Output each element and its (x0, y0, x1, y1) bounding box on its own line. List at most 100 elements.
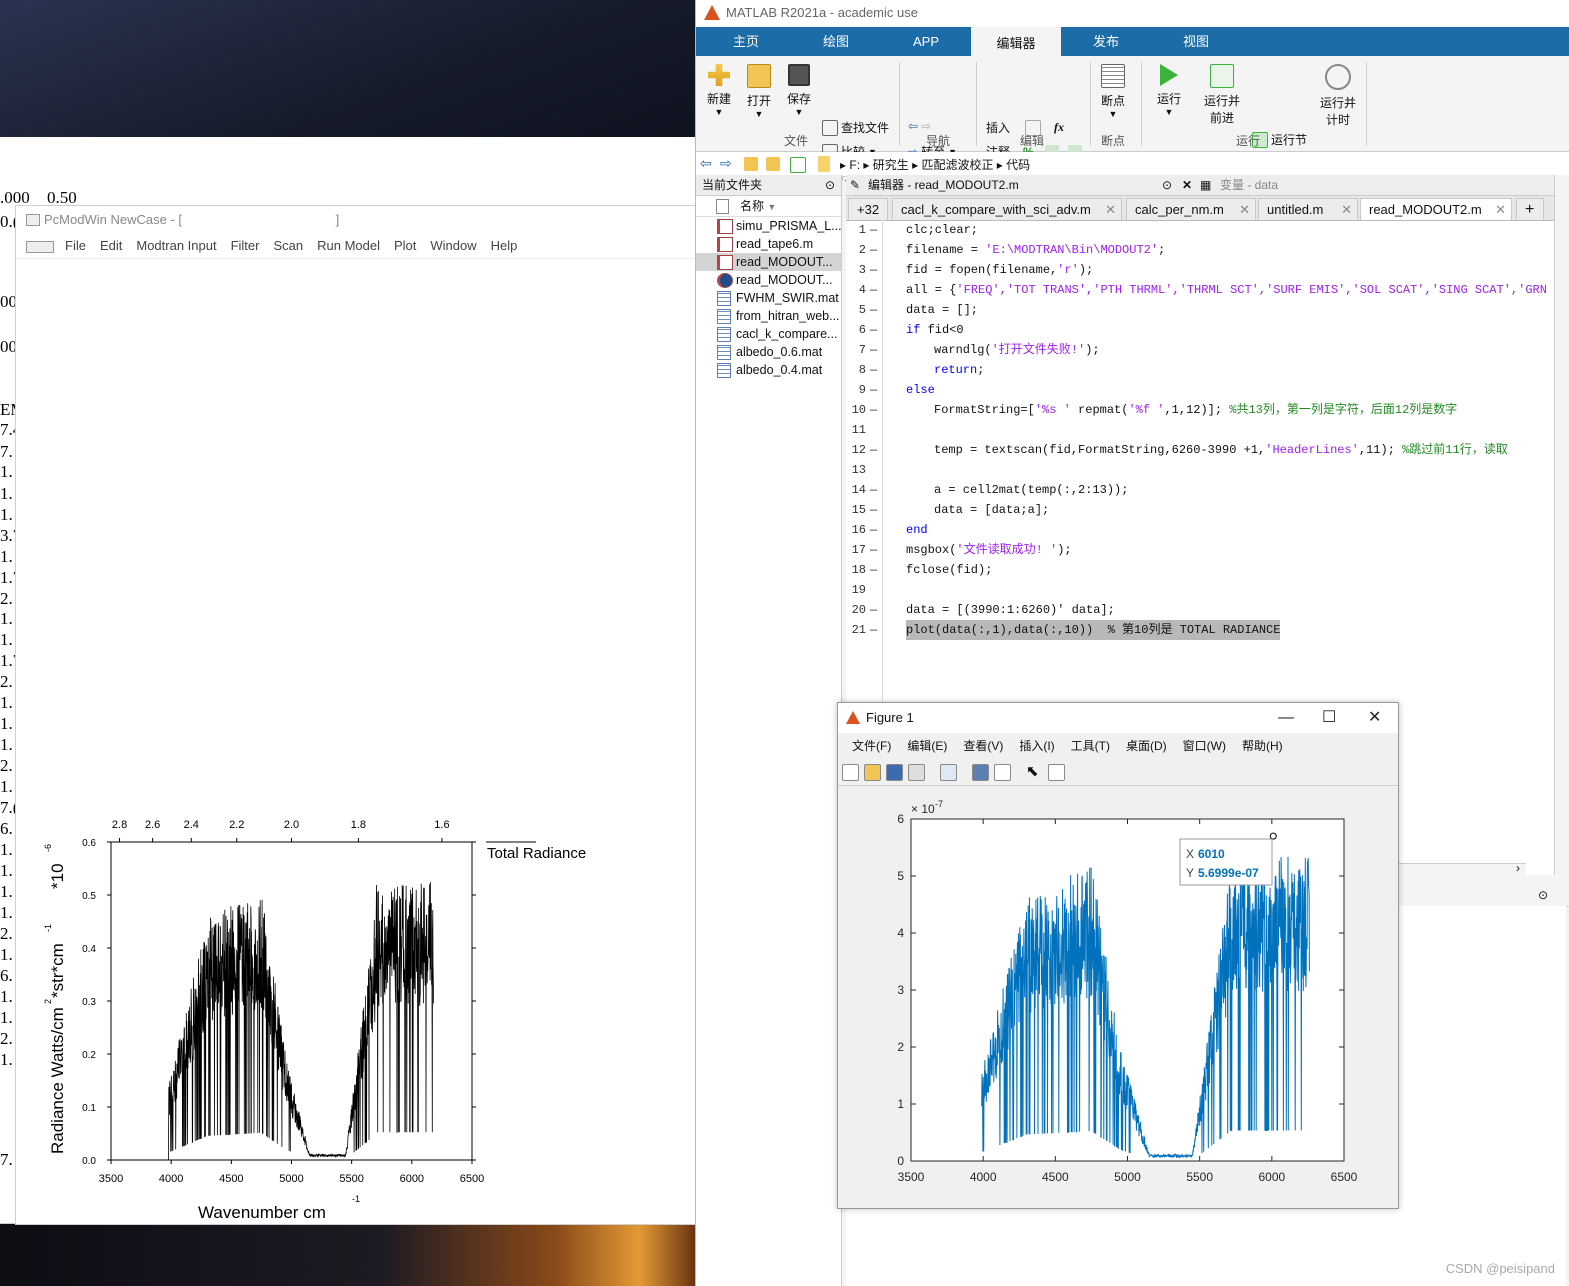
line-number[interactable]: 12 (846, 440, 866, 460)
code-line[interactable]: 20— data = [(3990:1:6260)' data]; (846, 600, 1566, 620)
code-line[interactable]: 1— clc;clear; (846, 220, 1566, 240)
close-icon[interactable]: ✕ (1182, 175, 1192, 195)
close-icon[interactable]: ✕ (1368, 703, 1381, 733)
line-number[interactable]: 5 (846, 300, 866, 320)
figure-canvas[interactable]: 3500 4000 4500 5000 5500 6000 6500 0 1 2 3 4 5 6 × 10-… (838, 787, 1398, 1208)
tab-home[interactable]: 主页 (701, 27, 791, 56)
line-number[interactable]: 20 (846, 600, 866, 620)
code-line[interactable]: 4— all = {'FREQ','TOT TRANS','PTH THRML',… (846, 280, 1566, 300)
line-number[interactable]: 7 (846, 340, 866, 360)
code-line[interactable]: 2— filename = 'E:\MODTRAN\Bin\MODOUT2'; (846, 240, 1566, 260)
tab-file[interactable]: untitled.m ✕ (1258, 198, 1358, 220)
menu-help[interactable]: 帮助(H) (1234, 733, 1291, 759)
code-line[interactable]: 10— FormatString=['%s ' repmat('%f ',1,12… (846, 400, 1566, 420)
line-number[interactable]: 19 (846, 580, 866, 600)
tab-apps[interactable]: APP (881, 27, 971, 56)
menu-plot[interactable]: Plot (387, 234, 423, 258)
menu-file[interactable]: 文件(F) (844, 733, 899, 759)
menu-run-model[interactable]: Run Model (310, 234, 387, 258)
save-icon[interactable] (886, 764, 903, 781)
breakpoint-marker[interactable]: — (870, 540, 877, 560)
code-line[interactable]: 9— else (846, 380, 1566, 400)
run-and-time-button[interactable]: 运行并 计时 (1318, 64, 1358, 128)
line-number[interactable]: 2 (846, 240, 866, 260)
property-editor-icon[interactable] (1048, 764, 1065, 781)
up-folder-icon[interactable] (744, 157, 758, 171)
code-line[interactable]: 15— data = [data;a]; (846, 500, 1566, 520)
breakpoint-marker[interactable]: — (870, 600, 877, 620)
menu-window[interactable]: 窗口(W) (1175, 733, 1234, 759)
code-line[interactable]: 18— fclose(fid); (846, 560, 1566, 580)
file-list-item[interactable]: albedo_0.6.mat (696, 343, 841, 361)
close-tab-icon[interactable]: ✕ (1105, 199, 1116, 221)
cursor-icon[interactable]: ⬉ (1026, 762, 1039, 780)
breakpoint-marker[interactable]: — (870, 620, 877, 640)
maximize-icon[interactable]: ☐ (1322, 703, 1336, 733)
panel-menu-icon[interactable]: ⊙ (1162, 175, 1172, 195)
line-number[interactable]: 18 (846, 560, 866, 580)
print-icon[interactable] (908, 764, 925, 781)
panel-menu-icon[interactable]: ⊙ (1538, 888, 1548, 902)
line-number[interactable]: 9 (846, 380, 866, 400)
line-number[interactable]: 11 (846, 420, 866, 440)
menu-help[interactable]: Help (484, 234, 525, 258)
file-list-item[interactable]: FWHM_SWIR.mat (696, 289, 841, 307)
tab-file[interactable]: calc_per_nm.m ✕ (1126, 198, 1256, 220)
line-number[interactable]: 10 (846, 400, 866, 420)
code-line[interactable]: 12— temp = textscan(fid,FormatString,6260… (846, 440, 1566, 460)
menu-desktop[interactable]: 桌面(D) (1118, 733, 1175, 759)
back-icon[interactable]: ⇦ (700, 155, 712, 172)
line-number[interactable]: 3 (846, 260, 866, 280)
line-number[interactable]: 17 (846, 540, 866, 560)
breadcrumb-folder[interactable]: 研究生 (873, 158, 909, 172)
open-button[interactable]: 打开 ▼ (744, 64, 774, 119)
tab-plots[interactable]: 绘图 (791, 27, 881, 56)
code-line[interactable]: 16— end (846, 520, 1566, 540)
close-tab-icon[interactable]: ✕ (1239, 199, 1250, 221)
menu-filter[interactable]: Filter (224, 234, 267, 258)
breakpoint-marker[interactable]: — (870, 320, 877, 340)
tab-file-active[interactable]: read_MODOUT2.m ✕ (1360, 198, 1512, 220)
tab-editor[interactable]: 编辑器 (971, 27, 1061, 56)
breakpoint-marker[interactable]: — (870, 340, 877, 360)
code-line[interactable]: 7— warndlg('打开文件失败!'); (846, 340, 1566, 360)
breakpoint-marker[interactable]: — (870, 400, 877, 420)
breadcrumb-folder[interactable]: 代码 (1006, 158, 1030, 172)
link-plot-icon[interactable] (940, 764, 957, 781)
tab-file[interactable]: cacl_k_compare_with_sci_adv.m ✕ (892, 198, 1122, 220)
line-number[interactable]: 1 (846, 220, 866, 240)
code-line[interactable]: 14— a = cell2mat(temp(:,2:13)); (846, 480, 1566, 500)
breakpoint-marker[interactable]: — (870, 380, 877, 400)
breakpoint-marker[interactable]: — (870, 300, 877, 320)
file-list-item[interactable]: cacl_k_compare... (696, 325, 841, 343)
line-number[interactable]: 15 (846, 500, 866, 520)
legend-icon[interactable] (994, 764, 1011, 781)
find-files-button[interactable]: 查找文件 (822, 119, 889, 136)
menu-insert[interactable]: 插入(I) (1011, 733, 1062, 759)
file-list-item[interactable]: read_MODOUT... (696, 253, 841, 271)
code-line[interactable]: 19 (846, 580, 1566, 600)
code-line[interactable]: 11 (846, 420, 1566, 440)
new-button[interactable]: 新建 ▼ (704, 64, 734, 117)
path-icon[interactable] (790, 157, 806, 173)
browse-folder-icon[interactable] (766, 157, 780, 171)
tab-view[interactable]: 视图 (1151, 27, 1241, 56)
breakpoint-marker[interactable]: — (870, 520, 877, 540)
line-number[interactable]: 14 (846, 480, 866, 500)
breadcrumb-drive[interactable]: F: (849, 158, 860, 172)
column-header-name[interactable]: 名称 ▼ (696, 196, 841, 217)
scroll-right-icon[interactable]: › (1516, 861, 1520, 875)
open-icon[interactable] (864, 764, 881, 781)
breakpoint-marker[interactable]: — (870, 260, 877, 280)
breakpoint-marker[interactable]: — (870, 280, 877, 300)
breakpoint-marker[interactable]: — (870, 480, 877, 500)
breakpoint-marker[interactable]: — (870, 360, 877, 380)
file-list-item[interactable]: from_hitran_web... (696, 307, 841, 325)
colorbar-icon[interactable] (972, 764, 989, 781)
tab-overflow[interactable]: +32 (848, 198, 888, 220)
line-number[interactable]: 4 (846, 280, 866, 300)
menu-edit[interactable]: 编辑(E) (899, 733, 955, 759)
menu-view[interactable]: 查看(V) (955, 733, 1011, 759)
breakpoint-marker[interactable]: — (870, 220, 877, 240)
breakpoint-marker[interactable]: — (870, 560, 877, 580)
